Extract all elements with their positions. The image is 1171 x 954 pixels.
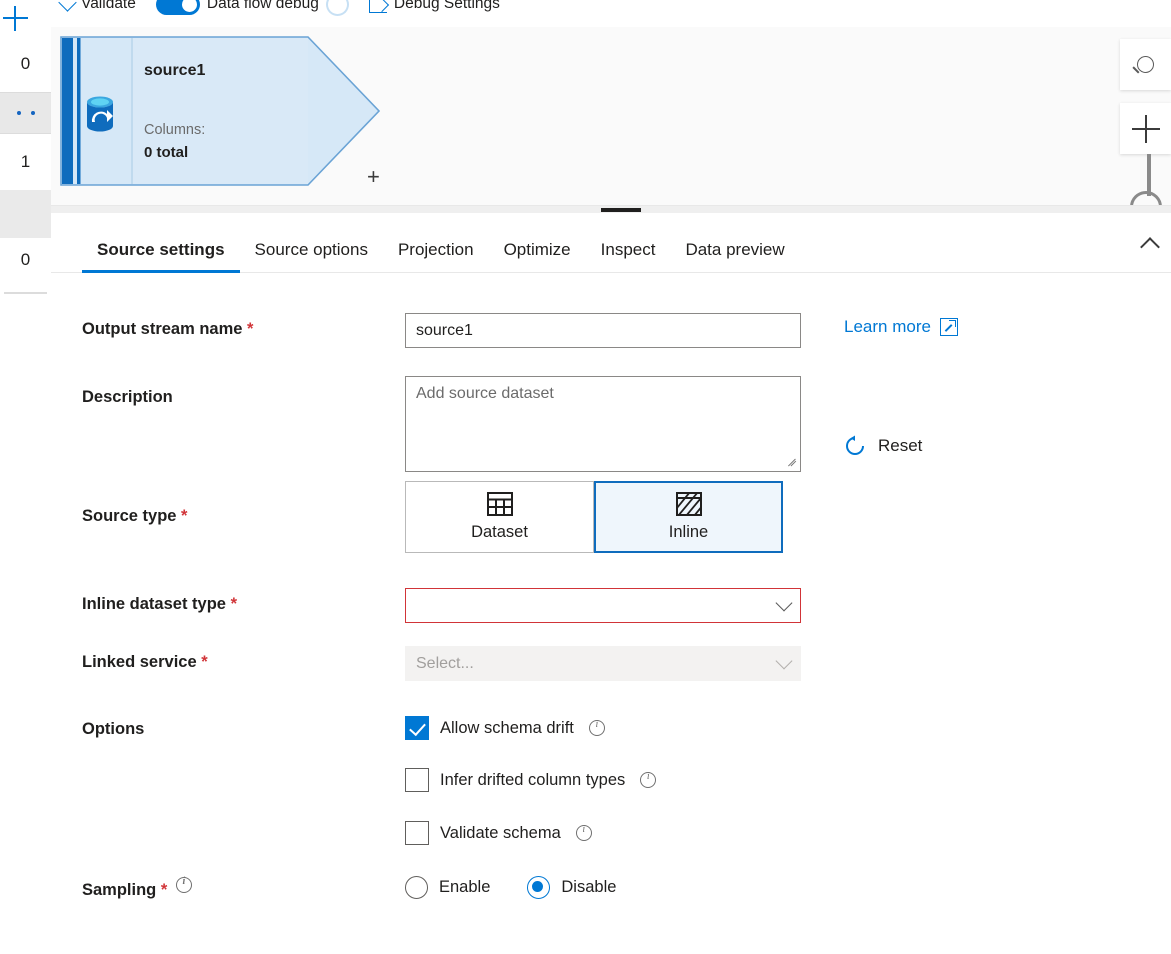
collapse-panel-icon[interactable] <box>1141 235 1159 253</box>
checkbox-icon[interactable] <box>405 716 429 740</box>
required-asterisk: * <box>247 320 254 338</box>
settings-panel: Source settings Source options Projectio… <box>51 213 1171 954</box>
validate-button[interactable]: Validate <box>51 0 146 27</box>
source-node[interactable]: source1 Columns: 0 total + <box>60 36 380 188</box>
add-activity-icon[interactable] <box>3 6 28 31</box>
drag-handle[interactable] <box>601 208 641 212</box>
external-launch-icon <box>368 0 387 13</box>
required-asterisk: * <box>160 881 168 899</box>
dot-icon <box>30 111 35 115</box>
left-rail: 0 1 0 <box>0 0 52 954</box>
sampling-enable-label[interactable]: Enable <box>439 878 490 897</box>
source-node-title: source1 <box>144 62 206 79</box>
inline-dataset-type-dropdown[interactable] <box>405 588 801 623</box>
tab-data-preview[interactable]: Data preview <box>670 240 799 272</box>
source-type-inline-label: Inline <box>668 523 709 541</box>
tab-optimize[interactable]: Optimize <box>489 240 586 272</box>
option-infer-drifted-column-types[interactable]: Infer drifted column types <box>405 768 657 792</box>
dot-icon <box>16 111 21 115</box>
chevron-down-icon <box>775 594 793 612</box>
search-icon <box>1137 56 1154 73</box>
options-label: Options <box>82 720 145 738</box>
data-flow-debug-toggle[interactable]: Data flow debug <box>146 0 359 27</box>
sampling-label: Sampling * <box>82 876 192 900</box>
canvas-zoom-in-button[interactable] <box>1120 103 1171 154</box>
rail-count-0: 0 <box>20 54 31 73</box>
rail-count-1: 1 <box>20 152 31 171</box>
required-asterisk: * <box>181 507 188 525</box>
data-flow-debug-label: Data flow debug <box>206 0 319 12</box>
refresh-icon <box>846 435 864 455</box>
external-link-icon <box>939 318 958 336</box>
settings-tabs: Source settings Source options Projectio… <box>51 213 1171 273</box>
canvas-search-button[interactable] <box>1120 39 1171 90</box>
debug-settings-button[interactable]: Debug Settings <box>359 0 510 27</box>
tab-projection[interactable]: Projection <box>383 240 489 272</box>
textarea-resize-grip[interactable] <box>786 454 798 466</box>
toggle-switch-icon[interactable] <box>155 0 200 15</box>
option-allow-schema-drift[interactable]: Allow schema drift <box>405 716 605 740</box>
sampling-radio-group: Enable Disable <box>405 876 616 899</box>
inline-dataset-type-label: Inline dataset type * <box>82 595 237 613</box>
rail-band <box>0 190 51 238</box>
output-stream-name-label: Output stream name * <box>82 320 254 338</box>
tab-source-settings[interactable]: Source settings <box>82 240 240 273</box>
option-validate-schema[interactable]: Validate schema <box>405 821 592 845</box>
table-grid-icon <box>486 492 513 516</box>
tab-source-options[interactable]: Source options <box>240 240 383 272</box>
output-stream-name-input[interactable] <box>405 313 801 348</box>
required-asterisk: * <box>201 653 208 671</box>
source-node-columns-label: Columns: <box>144 122 206 138</box>
info-icon[interactable] <box>588 719 605 736</box>
debug-settings-label: Debug Settings <box>393 0 500 12</box>
checkbox-icon[interactable] <box>405 768 429 792</box>
radio-enable-icon[interactable] <box>405 876 428 899</box>
linked-service-dropdown[interactable]: Select... <box>405 646 801 681</box>
top-toolbar: Validate Data flow debug Debug Settings <box>51 0 1171 28</box>
rail-divider <box>4 292 47 294</box>
info-icon[interactable] <box>640 771 657 788</box>
required-asterisk: * <box>230 595 237 613</box>
option-validate-schema-label: Validate schema <box>440 823 561 842</box>
linked-service-label: Linked service * <box>82 653 208 671</box>
info-icon[interactable] <box>175 876 192 893</box>
validate-label: Validate <box>81 0 136 12</box>
description-label: Description <box>82 388 173 406</box>
hatched-square-icon <box>675 492 702 516</box>
database-source-icon <box>87 96 113 132</box>
reset-label: Reset <box>878 436 923 455</box>
source-type-segmented-control: Dataset Inline <box>405 481 783 553</box>
option-infer-drifted-column-types-label: Infer drifted column types <box>440 770 626 789</box>
rail-count-2: 0 <box>20 250 31 269</box>
option-allow-schema-drift-label: Allow schema drift <box>440 718 574 737</box>
chevron-down-icon <box>58 0 77 12</box>
source-node-columns-value: 0 total <box>144 144 189 161</box>
source-type-option-inline[interactable]: Inline <box>594 481 783 553</box>
source-type-dataset-label: Dataset <box>471 523 528 541</box>
learn-more-label: Learn more <box>844 317 931 336</box>
checkbox-icon[interactable] <box>405 821 429 845</box>
add-downstream-button[interactable]: + <box>367 166 380 188</box>
rail-overflow-dots[interactable] <box>0 92 51 134</box>
info-icon[interactable] <box>575 824 592 841</box>
sampling-disable-label[interactable]: Disable <box>561 878 616 897</box>
tab-inspect[interactable]: Inspect <box>586 240 671 272</box>
linked-service-placeholder: Select... <box>416 654 474 672</box>
source-type-label: Source type * <box>82 507 188 525</box>
source-type-option-dataset[interactable]: Dataset <box>405 481 594 553</box>
zoom-slider-track[interactable] <box>1147 154 1151 196</box>
data-flow-canvas[interactable]: source1 Columns: 0 total + <box>51 27 1171 211</box>
plus-icon <box>1131 114 1160 143</box>
learn-more-link[interactable]: Learn more <box>844 317 958 337</box>
description-textarea[interactable] <box>405 376 801 472</box>
spinner-icon <box>325 0 349 16</box>
reset-button[interactable]: Reset <box>844 435 922 457</box>
chevron-down-icon <box>775 652 793 670</box>
radio-disable-icon[interactable] <box>527 876 551 899</box>
